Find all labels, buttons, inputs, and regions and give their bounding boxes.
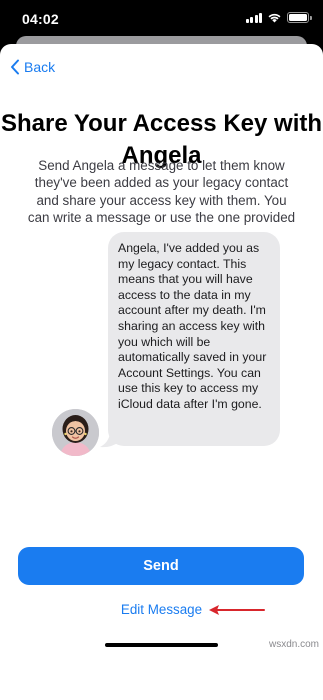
status-bar: 04:02 — [0, 0, 323, 40]
message-bubble: Angela, I've added you as my legacy cont… — [108, 232, 280, 446]
back-button[interactable]: Back — [10, 59, 55, 75]
bubble-tail — [100, 430, 119, 448]
send-button[interactable]: Send — [18, 547, 304, 585]
wifi-icon — [268, 13, 281, 23]
status-time: 04:02 — [22, 11, 59, 27]
edit-message-link[interactable]: Edit Message — [0, 602, 323, 617]
chevron-left-icon — [11, 59, 19, 75]
cellular-signal-icon — [245, 12, 262, 23]
status-icons — [245, 12, 312, 23]
back-label: Back — [24, 59, 56, 75]
home-indicator — [105, 643, 218, 647]
page-description: Send Angela a message to let them know t… — [27, 158, 296, 225]
red-arrow-annotation-icon — [209, 605, 265, 615]
edit-message-label: Edit Message — [120, 602, 203, 617]
battery-icon — [287, 12, 312, 23]
watermark: wsxdn.com — [268, 639, 319, 650]
memoji-avatar-icon — [52, 409, 99, 456]
